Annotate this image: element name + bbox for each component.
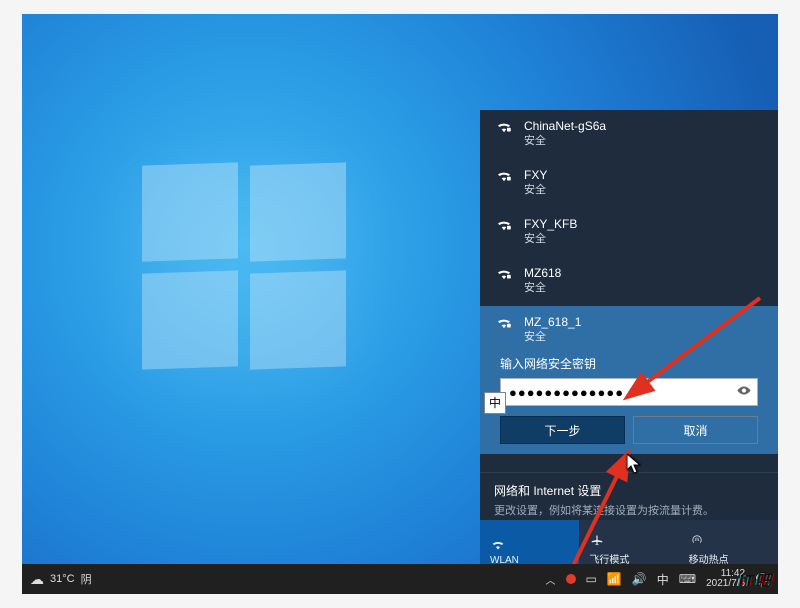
ime-tray-indicator[interactable]: 中 [657,571,669,588]
next-button[interactable]: 下一步 [500,416,625,444]
wifi-secure-icon [494,316,514,333]
cancel-button[interactable]: 取消 [633,416,758,444]
wifi-network-item[interactable]: ChinaNet-gS6a安全 [480,110,778,159]
reveal-password-icon[interactable] [736,385,752,400]
airplane-icon [589,533,605,547]
volume-tray-icon[interactable]: 🔊 [632,572,647,586]
wifi-security-label: 安全 [524,330,581,345]
wifi-security-label: 安全 [524,183,547,198]
wifi-security-label: 安全 [524,232,577,247]
wifi-ssid: FXY [524,167,547,183]
network-settings-link[interactable]: 网络和 Internet 设置 更改设置，例如将某连接设置为按流量计费。 [480,472,778,520]
wifi-ssid: MZ618 [524,265,561,281]
desktop: ChinaNet-gS6a安全 FXY安全 FXY_KFB安全 MZ618安全 [22,14,778,594]
network-tray-icon[interactable]: 📶 [607,572,622,586]
settings-desc: 更改设置，例如将某连接设置为按流量计费。 [494,502,764,518]
system-tray: ︿ ▭ 📶 🔊 中 ⌨ 11:42 2021/7/6 💬 [546,569,770,590]
settings-title: 网络和 Internet 设置 [494,482,764,499]
wifi-network-item-selected[interactable]: MZ_618_1安全 输入网络安全密钥 中 下一步 取消 [480,306,778,454]
wifi-icon [490,539,506,551]
taskbar-clock[interactable]: 11:42 2021/7/6 [706,569,745,590]
wifi-network-item[interactable]: MZ618安全 [480,257,778,306]
recording-indicator-icon[interactable] [566,574,576,584]
taskbar-weather[interactable]: ☁ 31°C 阴 [30,571,92,587]
weather-cond: 阴 [81,571,92,587]
taskbar: ☁ 31°C 阴 ︿ ▭ 📶 🔊 中 ⌨ 11:42 2021/7/6 💬 [22,564,778,594]
wifi-secure-icon [494,120,514,137]
cloud-icon: ☁ [30,572,44,586]
windows-logo [142,164,352,374]
wifi-network-list: ChinaNet-gS6a安全 FXY安全 FXY_KFB安全 MZ618安全 [480,110,778,454]
weather-temp: 31°C [50,573,75,585]
mouse-cursor-icon [627,454,641,474]
tray-overflow-icon[interactable]: ︿ [546,572,556,587]
notifications-icon[interactable]: 💬 [755,572,770,586]
wifi-security-label: 安全 [524,134,606,149]
wifi-ssid: FXY_KFB [524,216,577,232]
wifi-security-label: 安全 [524,281,561,296]
wifi-secure-icon [494,169,514,186]
clock-date: 2021/7/6 [706,579,745,590]
wifi-ssid: ChinaNet-gS6a [524,118,606,134]
hotspot-icon [689,533,705,547]
wifi-ssid: MZ_618_1 [524,314,581,330]
network-flyout: ChinaNet-gS6a安全 FXY安全 FXY_KFB安全 MZ618安全 [480,110,778,572]
network-password-input[interactable] [500,378,758,406]
password-prompt-label: 输入网络安全密钥 [500,355,758,372]
wifi-network-item[interactable]: FXY安全 [480,159,778,208]
wifi-secure-icon [494,267,514,284]
tray-app-icon[interactable]: ⌨ [679,572,696,586]
tray-app-icon[interactable]: ▭ [586,572,597,586]
wifi-network-item[interactable]: FXY_KFB安全 [480,208,778,257]
ime-indicator-badge[interactable]: 中 [484,392,506,414]
wifi-secure-icon [494,218,514,235]
